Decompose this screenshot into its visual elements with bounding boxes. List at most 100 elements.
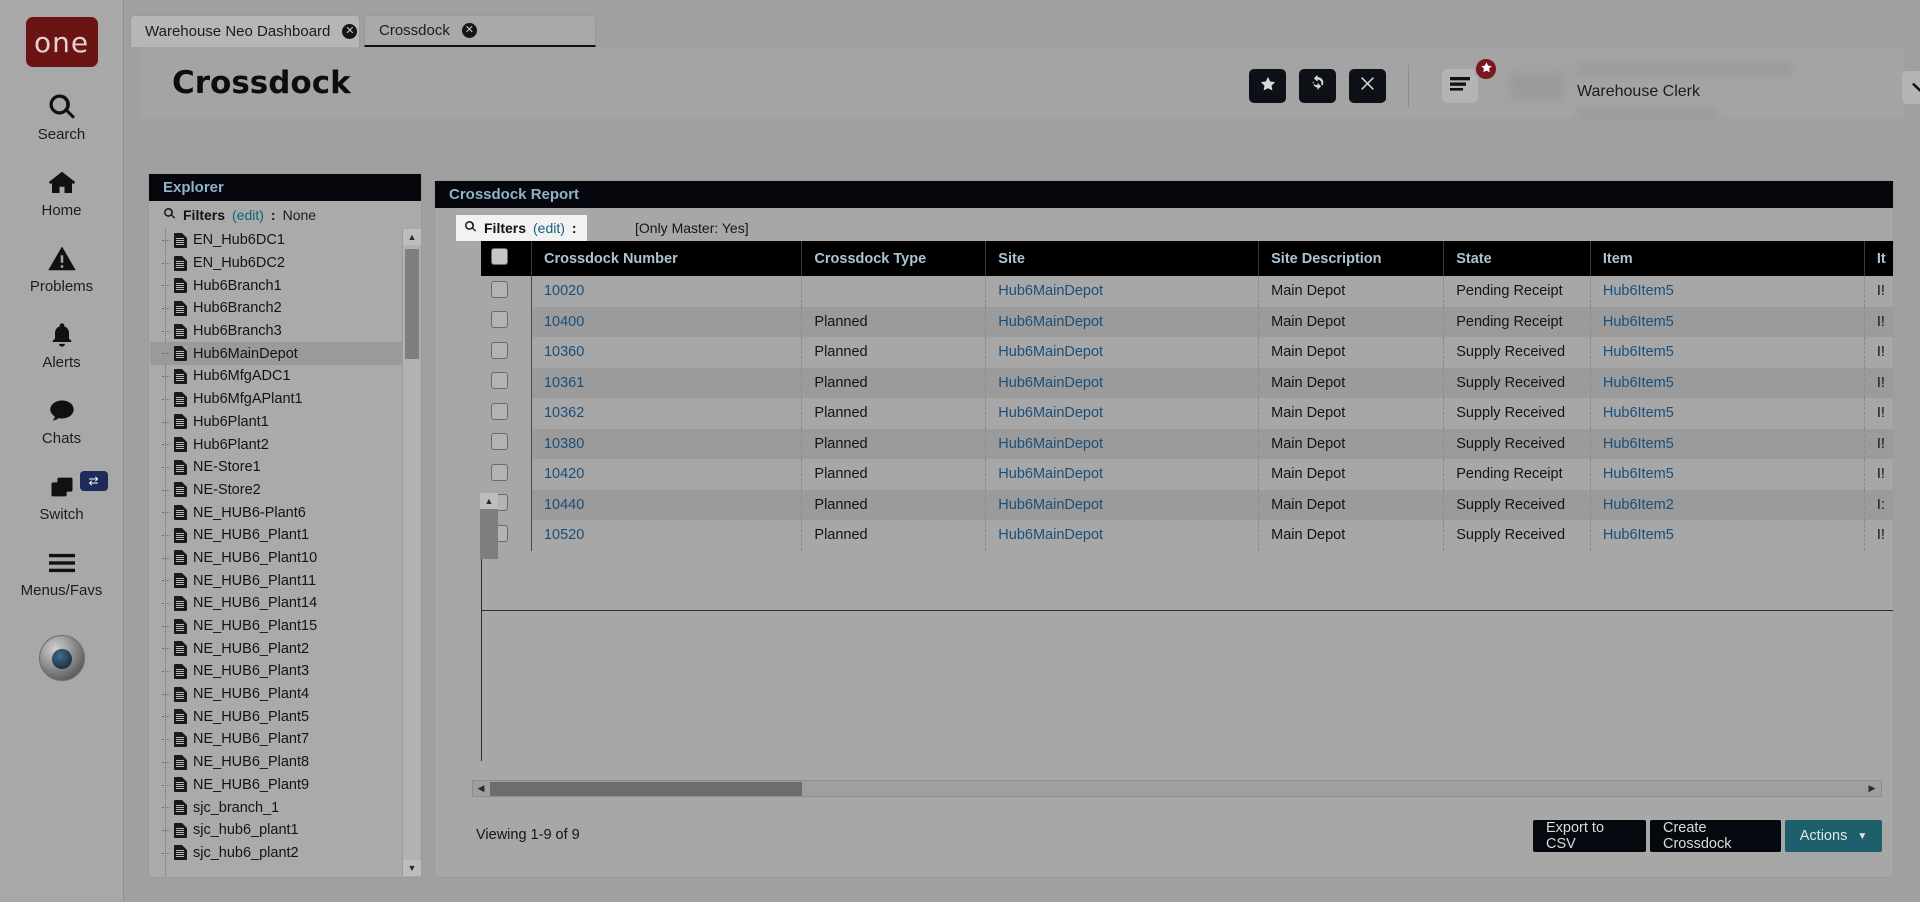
hscrollbar-thumb[interactable] [490, 782, 802, 796]
explorer-tree-item[interactable]: Hub6Plant2 [150, 433, 404, 456]
table-row[interactable]: 10020Hub6MainDepotMain DepotPending Rece… [481, 276, 1893, 307]
favorite-button[interactable] [1249, 69, 1286, 103]
row-select-cell[interactable] [481, 398, 531, 429]
cell-item[interactable]: Hub6Item5 [1590, 398, 1864, 429]
menu-favorite-badge[interactable] [1474, 57, 1498, 81]
column-header-crossdock-type[interactable]: Crossdock Type [802, 241, 986, 276]
explorer-tree-item[interactable]: NE_HUB6_Plant5 [150, 705, 404, 728]
create-crossdock-button[interactable]: Create Crossdock [1650, 820, 1781, 852]
table-row[interactable]: 10520PlannedHub6MainDepotMain DepotSuppl… [481, 520, 1893, 551]
explorer-tree-item[interactable]: NE_HUB6_Plant8 [150, 751, 404, 774]
table-horizontal-scrollbar[interactable]: ◀ ▶ [472, 780, 1882, 797]
brand-logo[interactable]: one [26, 17, 98, 67]
sidebar-item-problems[interactable]: Problems [0, 241, 124, 295]
table-row[interactable]: 10362PlannedHub6MainDepotMain DepotSuppl… [481, 398, 1893, 429]
cell-number[interactable]: 10420 [531, 459, 801, 490]
scrollbar-thumb[interactable] [405, 249, 419, 359]
explorer-scrollbar[interactable]: ▲ ▼ [402, 229, 420, 876]
cell-item[interactable]: Hub6Item5 [1590, 276, 1864, 307]
row-select-cell[interactable] [481, 368, 531, 399]
explorer-tree-item[interactable]: NE_HUB6-Plant6 [150, 501, 404, 524]
column-header-state[interactable]: State [1444, 241, 1591, 276]
assistant-orb-icon[interactable] [39, 635, 85, 681]
actions-button[interactable]: Actions ▼ [1785, 820, 1882, 852]
row-select-cell[interactable] [481, 307, 531, 338]
explorer-tree-item[interactable]: NE-Store1 [150, 456, 404, 479]
explorer-tree-item[interactable]: NE_HUB6_Plant14 [150, 592, 404, 615]
grid-scroll-thumb[interactable] [480, 509, 498, 559]
tab-crossdock[interactable]: Crossdock ✕ [364, 15, 596, 47]
row-select-cell[interactable] [481, 459, 531, 490]
user-info-block[interactable]: Warehouse Clerk [1577, 57, 1867, 111]
sidebar-item-menus-favs[interactable]: Menus/Favs [0, 545, 124, 599]
switch-toggle-badge[interactable]: ⇄ [80, 471, 108, 491]
explorer-tree-item[interactable]: EN_Hub6DC2 [150, 252, 404, 275]
cell-number[interactable]: 10362 [531, 398, 801, 429]
row-checkbox[interactable] [491, 342, 508, 359]
cell-site[interactable]: Hub6MainDepot [986, 459, 1259, 490]
explorer-tree-list[interactable]: EN_Hub6DC1EN_Hub6DC2Hub6Branch1Hub6Branc… [150, 229, 404, 876]
scroll-down-icon[interactable]: ▼ [403, 860, 421, 876]
explorer-tree-item[interactable]: Hub6MfgADC1 [150, 365, 404, 388]
explorer-filters-edit-link[interactable]: (edit) [232, 207, 264, 223]
cell-number[interactable]: 10020 [531, 276, 801, 307]
cell-number[interactable]: 10440 [531, 490, 801, 521]
column-header-site[interactable]: Site [986, 241, 1259, 276]
explorer-tree-item[interactable]: sjc_hub6_plant2 [150, 842, 404, 865]
table-row[interactable]: 10400PlannedHub6MainDepotMain DepotPendi… [481, 307, 1893, 338]
column-header-site-description[interactable]: Site Description [1259, 241, 1444, 276]
select-all-checkbox[interactable] [491, 248, 508, 265]
cell-site[interactable]: Hub6MainDepot [986, 398, 1259, 429]
explorer-tree-item[interactable]: sjc_branch_1 [150, 796, 404, 819]
cell-item[interactable]: Hub6Item5 [1590, 459, 1864, 490]
table-row[interactable]: 10360PlannedHub6MainDepotMain DepotSuppl… [481, 337, 1893, 368]
explorer-tree-item[interactable]: NE_HUB6_Plant11 [150, 569, 404, 592]
table-row[interactable]: 10361PlannedHub6MainDepotMain DepotSuppl… [481, 368, 1893, 399]
row-select-cell[interactable] [481, 429, 531, 460]
report-filters-edit-link[interactable]: (edit) [533, 220, 565, 236]
scroll-right-icon[interactable]: ▶ [1864, 781, 1880, 796]
explorer-tree-item[interactable]: NE_HUB6_Plant7 [150, 728, 404, 751]
scroll-up-icon[interactable]: ▲ [403, 229, 421, 245]
explorer-tree-item[interactable]: NE_HUB6_Plant2 [150, 637, 404, 660]
explorer-filters-bar[interactable]: Filters(edit): None [149, 201, 421, 228]
explorer-tree-item[interactable]: NE_HUB6_Plant3 [150, 660, 404, 683]
explorer-tree-item[interactable]: Hub6Branch3 [150, 320, 404, 343]
explorer-tree-item[interactable]: sjc_hub6_plant1 [150, 819, 404, 842]
explorer-tree-item[interactable]: NE_HUB6_Plant10 [150, 547, 404, 570]
table-row[interactable]: 10380PlannedHub6MainDepotMain DepotSuppl… [481, 429, 1893, 460]
explorer-tree-item[interactable]: NE_HUB6_Plant4 [150, 683, 404, 706]
cell-site[interactable]: Hub6MainDepot [986, 337, 1259, 368]
row-checkbox[interactable] [491, 433, 508, 450]
row-select-cell[interactable] [481, 337, 531, 368]
row-select-cell[interactable] [481, 276, 531, 307]
cell-number[interactable]: 10400 [531, 307, 801, 338]
explorer-tree-item[interactable]: NE_HUB6_Plant15 [150, 615, 404, 638]
cell-number[interactable]: 10360 [531, 337, 801, 368]
sidebar-item-chats[interactable]: Chats [0, 393, 124, 447]
report-filters-bar[interactable]: Filters(edit): [456, 215, 587, 241]
row-checkbox[interactable] [491, 403, 508, 420]
sidebar-item-search[interactable]: Search [0, 89, 124, 143]
select-all-header[interactable] [481, 241, 531, 276]
refresh-button[interactable] [1299, 69, 1336, 103]
sidebar-item-home[interactable]: Home [0, 165, 124, 219]
cell-site[interactable]: Hub6MainDepot [986, 490, 1259, 521]
explorer-tree-item[interactable]: Hub6Branch2 [150, 297, 404, 320]
chevron-down-icon[interactable] [1902, 71, 1920, 104]
column-header-item2[interactable]: It [1864, 241, 1893, 276]
cell-number[interactable]: 10380 [531, 429, 801, 460]
cell-item[interactable]: Hub6Item2 [1590, 490, 1864, 521]
cell-item[interactable]: Hub6Item5 [1590, 307, 1864, 338]
row-checkbox[interactable] [491, 372, 508, 389]
close-icon[interactable]: ✕ [462, 23, 477, 38]
close-button[interactable] [1349, 69, 1386, 103]
explorer-tree-item[interactable]: Hub6Branch1 [150, 274, 404, 297]
cell-site[interactable]: Hub6MainDepot [986, 307, 1259, 338]
cell-item[interactable]: Hub6Item5 [1590, 520, 1864, 551]
avatar[interactable] [1510, 73, 1564, 99]
cell-item[interactable]: Hub6Item5 [1590, 337, 1864, 368]
cell-site[interactable]: Hub6MainDepot [986, 520, 1259, 551]
close-icon[interactable]: ✕ [342, 24, 357, 39]
explorer-tree-item[interactable]: NE_HUB6_Plant9 [150, 774, 404, 797]
